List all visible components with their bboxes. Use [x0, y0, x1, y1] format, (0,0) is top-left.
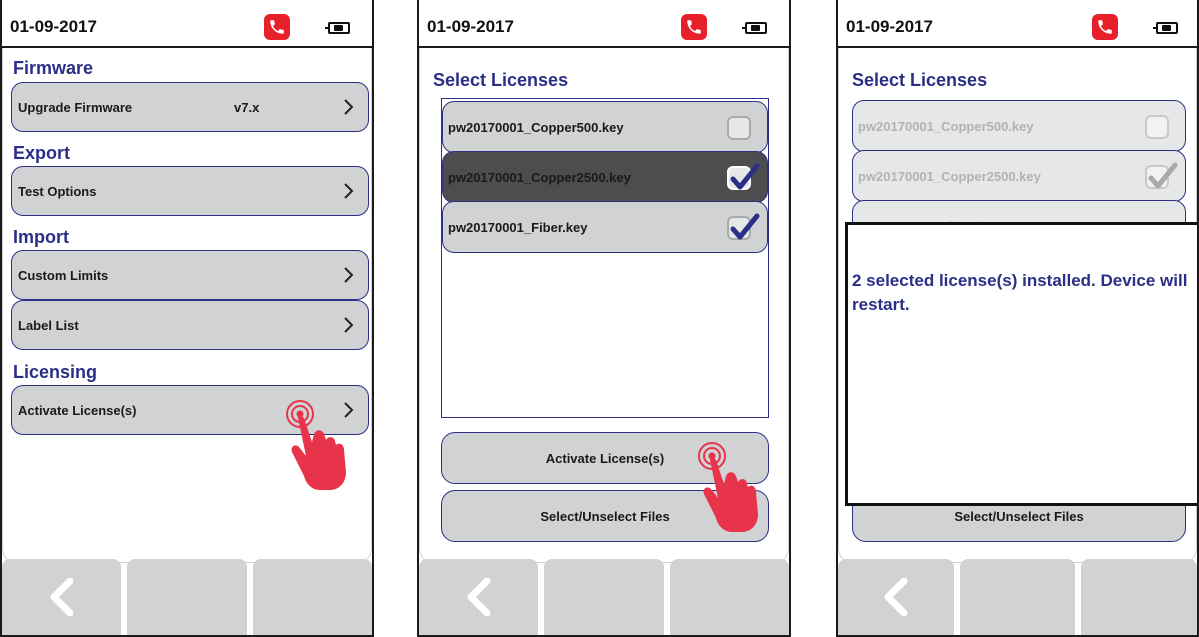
license-list[interactable]: pw20170001_Copper500.key pw20170001_Copp…: [441, 98, 769, 418]
section-export: Export: [13, 143, 71, 163]
custom-limits-item[interactable]: Custom Limits: [11, 250, 369, 300]
license-checkbox: [1145, 115, 1169, 139]
checkmark-icon: [1148, 162, 1178, 189]
battery-icon: [325, 22, 350, 34]
license-checkbox[interactable]: [727, 213, 760, 240]
license-checkbox: [1145, 162, 1178, 189]
license-label: pw20170001_Fiber.key: [448, 219, 588, 235]
status-bar: 01-09-2017: [838, 0, 1197, 48]
phone-icon[interactable]: [681, 14, 707, 40]
section-firmware: Firmware: [13, 58, 94, 78]
battery-icon: [1153, 22, 1178, 34]
chevron-right-icon: [344, 317, 354, 333]
menu-item-label: Activate License(s): [18, 402, 137, 418]
license-item: pw20170001_Copper2500.key: [852, 150, 1186, 202]
section-licensing: Licensing: [13, 362, 98, 382]
page-title: Select Licenses: [852, 70, 988, 90]
test-options-item[interactable]: Test Options: [11, 166, 369, 216]
license-item[interactable]: pw20170001_Copper500.key: [442, 101, 768, 153]
footer-bar: [419, 559, 789, 635]
select-licenses-screen: 01-09-2017 Select Licenses pw20170001_Co…: [417, 0, 791, 637]
chevron-right-icon: [344, 267, 354, 283]
license-checkbox[interactable]: [727, 116, 751, 140]
checkmark-icon: [730, 213, 760, 240]
license-list: pw20170001_Copper500.key pw20170001_Copp…: [852, 98, 1186, 252]
license-item-selected[interactable]: pw20170001_Copper2500.key: [442, 151, 768, 203]
page-title: Select Licenses: [433, 70, 569, 90]
back-arrow-icon: [50, 578, 74, 616]
tap-gesture-icon: [286, 400, 346, 490]
battery-icon: [742, 22, 767, 34]
back-button[interactable]: [419, 559, 539, 635]
status-bar: 01-09-2017: [419, 0, 789, 48]
license-item: pw20170001_Copper500.key: [852, 100, 1186, 152]
footer-bar: [838, 559, 1197, 635]
license-label: pw20170001_Copper500.key: [858, 118, 1034, 134]
date-label: 01-09-2017: [846, 17, 933, 36]
phone-icon[interactable]: [1092, 14, 1118, 40]
settings-screen: 01-09-2017 Firmware Upgrade Firmware v7.…: [0, 0, 374, 637]
license-item[interactable]: pw20170001_Fiber.key: [442, 201, 768, 253]
label-list-item[interactable]: Label List: [11, 300, 369, 350]
checkmark-icon: [730, 163, 760, 190]
tap-gesture-icon: [698, 442, 758, 532]
menu-item-label: Upgrade Firmware: [18, 99, 133, 115]
back-arrow-icon: [884, 578, 908, 616]
license-checkbox[interactable]: [727, 163, 760, 190]
status-bar: 01-09-2017: [2, 0, 372, 48]
upgrade-firmware-item[interactable]: Upgrade Firmware v7.x: [11, 82, 369, 132]
license-label: pw20170001_Copper2500.key: [858, 168, 1041, 184]
menu-item-label: Label List: [18, 317, 79, 333]
back-button[interactable]: [838, 559, 954, 635]
menu-item-label: Test Options: [18, 183, 97, 199]
footer-button-middle[interactable]: [959, 559, 1076, 635]
firmware-version: v7.x: [234, 100, 260, 115]
install-dialog: 2 selected license(s) installed. Device …: [845, 222, 1197, 506]
chevron-right-icon: [344, 183, 354, 199]
back-button[interactable]: [2, 559, 122, 635]
license-installed-screen: 01-09-2017 Select Licenses pw20170001_Co…: [836, 0, 1199, 637]
footer-bar: [2, 559, 372, 635]
chevron-right-icon: [344, 99, 354, 115]
license-label: pw20170001_Copper500.key: [448, 119, 624, 135]
footer-button-middle[interactable]: [544, 559, 664, 635]
menu-item-label: Custom Limits: [18, 267, 109, 283]
license-label: pw20170001_Copper2500.key: [448, 169, 631, 185]
footer-button-right[interactable]: [669, 559, 789, 635]
section-import: Import: [13, 227, 69, 247]
footer-button-right[interactable]: [252, 559, 372, 635]
date-label: 01-09-2017: [427, 17, 514, 36]
date-label: 01-09-2017: [10, 17, 97, 36]
dialog-message: 2 selected license(s) installed. Device …: [852, 271, 1188, 314]
phone-icon[interactable]: [264, 14, 290, 40]
footer-button-right[interactable]: [1081, 559, 1197, 635]
back-arrow-icon: [467, 578, 491, 616]
footer-button-middle[interactable]: [127, 559, 247, 635]
